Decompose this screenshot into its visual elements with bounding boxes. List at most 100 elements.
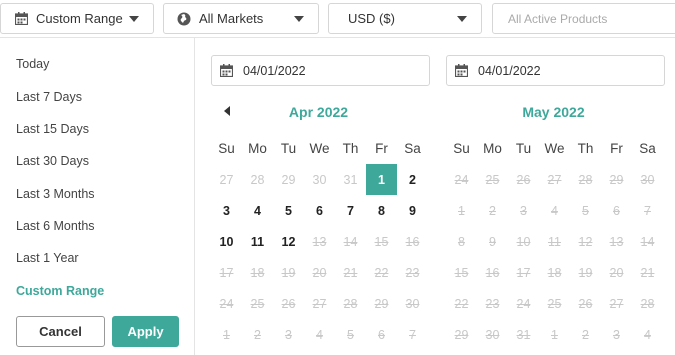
day-cell: 20 [312, 265, 327, 280]
day-cell[interactable]: 31 [335, 164, 366, 195]
preset-last-3-months[interactable]: Last 3 Months [16, 187, 95, 201]
day-cell[interactable]: 5 [273, 195, 304, 226]
cancel-button[interactable]: Cancel [16, 316, 105, 347]
day-cell[interactable]: 2 [397, 164, 428, 195]
day-cell[interactable]: 27 [211, 164, 242, 195]
calendar-icon [14, 12, 28, 26]
preset-last-7-days[interactable]: Last 7 Days [16, 90, 82, 104]
weekday-header: Tu [515, 141, 532, 156]
day-cell: 26 [578, 296, 593, 311]
day-cell: 28 [578, 172, 593, 187]
day-cell: 13 [609, 234, 624, 249]
selected-day-cell[interactable]: 1 [366, 164, 397, 195]
day-cell: 22 [374, 265, 389, 280]
day-cell: 19 [281, 265, 296, 280]
day-cell[interactable]: 9 [397, 195, 428, 226]
weekday-header: Fr [375, 141, 388, 156]
day-cell: 23 [405, 265, 420, 280]
end-date-value: 04/01/2022 [478, 63, 541, 78]
date-range-picker: Today Last 7 Days Last 15 Days Last 30 D… [0, 37, 675, 355]
day-cell: 31 [516, 327, 531, 342]
weekday-header: Mo [248, 141, 267, 156]
day-cell: 26 [516, 172, 531, 187]
day-cell: 25 [547, 296, 562, 311]
preset-range-list: Today Last 7 Days Last 15 Days Last 30 D… [0, 38, 195, 355]
weekday-header: Mo [483, 141, 502, 156]
preset-last-1-year[interactable]: Last 1 Year [16, 251, 79, 265]
day-cell[interactable]: 12 [273, 226, 304, 257]
day-cell: 30 [640, 172, 655, 187]
day-cell: 9 [489, 234, 496, 249]
calendar-grid: Su Mo Tu We Th Fr Sa 27 28 29 30 31 1 2 3 4 5 6 7 8 9 10 11 12 1… [211, 133, 428, 350]
weekday-header: Sa [639, 141, 656, 156]
preset-custom-range[interactable]: Custom Range [16, 284, 104, 298]
preset-last-6-months[interactable]: Last 6 Months [16, 219, 95, 233]
start-date-value: 04/01/2022 [243, 63, 306, 78]
day-cell: 17 [219, 265, 234, 280]
weekday-header: Th [577, 141, 594, 156]
day-cell: 8 [458, 234, 465, 249]
day-cell: 1 [551, 327, 558, 342]
preset-today[interactable]: Today [16, 57, 49, 71]
day-cell[interactable]: 30 [304, 164, 335, 195]
date-range-label: Custom Range [36, 11, 123, 26]
filter-bar: Custom Range All Markets USD ($) All Act… [0, 0, 675, 37]
day-cell[interactable]: 10 [211, 226, 242, 257]
day-cell: 30 [405, 296, 420, 311]
day-cell: 17 [516, 265, 531, 280]
currency-dropdown[interactable]: USD ($) [328, 3, 482, 34]
day-cell: 3 [613, 327, 620, 342]
day-cell: 1 [223, 327, 230, 342]
day-cell: 20 [609, 265, 624, 280]
day-cell: 15 [374, 234, 389, 249]
day-cell: 27 [312, 296, 327, 311]
date-range-dropdown[interactable]: Custom Range [0, 3, 154, 34]
globe-icon [177, 12, 191, 26]
day-cell[interactable]: 11 [242, 226, 273, 257]
day-cell: 30 [485, 327, 500, 342]
weekday-header: Tu [280, 141, 297, 156]
calendar-grid: Su Mo Tu We Th Fr Sa 24 25 26 27 28 29 30 1 2 3 4 5 6 7 8 9 10 1… [446, 133, 663, 350]
chevron-down-icon [457, 15, 467, 22]
day-cell: 29 [609, 172, 624, 187]
day-cell: 29 [374, 296, 389, 311]
day-cell: 18 [250, 265, 265, 280]
day-cell[interactable]: 6 [304, 195, 335, 226]
preset-last-15-days[interactable]: Last 15 Days [16, 122, 89, 136]
day-cell[interactable]: 28 [242, 164, 273, 195]
day-cell: 24 [219, 296, 234, 311]
day-cell: 29 [454, 327, 469, 342]
day-cell: 21 [343, 265, 358, 280]
day-cell: 7 [409, 327, 416, 342]
start-date-input[interactable]: 04/01/2022 [211, 55, 430, 86]
day-cell: 25 [485, 172, 500, 187]
day-cell: 27 [547, 172, 562, 187]
end-date-input[interactable]: 04/01/2022 [446, 55, 665, 86]
markets-dropdown[interactable]: All Markets [163, 3, 319, 34]
weekday-header: We [309, 141, 330, 156]
day-cell: 4 [644, 327, 651, 342]
day-cell: 6 [378, 327, 385, 342]
day-cell: 18 [547, 265, 562, 280]
apply-button[interactable]: Apply [112, 316, 179, 347]
day-cell[interactable]: 7 [335, 195, 366, 226]
day-cell: 6 [613, 203, 620, 218]
products-filter[interactable]: All Active Products [492, 3, 675, 34]
calendar-month-title: May 2022 [522, 104, 585, 120]
day-cell: 25 [250, 296, 265, 311]
day-cell: 24 [454, 172, 469, 187]
day-cell[interactable]: 4 [242, 195, 273, 226]
weekday-header: We [544, 141, 565, 156]
day-cell: 22 [454, 296, 469, 311]
day-cell[interactable]: 8 [366, 195, 397, 226]
day-cell: 4 [316, 327, 323, 342]
day-cell: 5 [347, 327, 354, 342]
weekday-header: Fr [610, 141, 623, 156]
day-cell[interactable]: 29 [273, 164, 304, 195]
markets-label: All Markets [199, 11, 264, 26]
day-cell: 15 [454, 265, 469, 280]
day-cell[interactable]: 3 [211, 195, 242, 226]
calendar-month-title: Apr 2022 [288, 104, 349, 120]
preset-last-30-days[interactable]: Last 30 Days [16, 154, 89, 168]
day-cell: 7 [644, 203, 651, 218]
